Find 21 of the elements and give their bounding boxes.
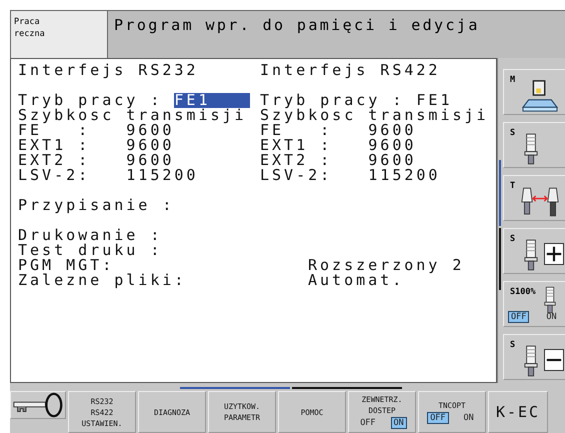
screen-title: Program wpr. do pamięci i edycja	[108, 11, 565, 58]
setting-label: Tryb pracy :	[18, 90, 162, 109]
side-softkey[interactable]: M	[503, 68, 565, 115]
setting-text: Przypisanie :	[18, 196, 174, 214]
side-softkey[interactable]: S	[503, 228, 565, 274]
toggle-option: OFF	[508, 310, 530, 323]
side-softkey[interactable]: T	[503, 174, 565, 221]
setting-text: Tryb pracy : FE1	[260, 90, 452, 109]
toggle-option: ON	[543, 310, 560, 323]
toggle-option: OFF	[357, 417, 379, 430]
side-softkey[interactable]: S	[503, 334, 565, 380]
side-softkey[interactable]: S100% OFF ON	[503, 280, 565, 327]
mode-field[interactable]: FE1	[174, 92, 250, 108]
setting-value: Interfejs RS422	[260, 60, 440, 79]
softkey[interactable]: K-EC	[488, 391, 548, 433]
toggle-option: ON	[390, 417, 407, 430]
setting-text: Interfejs RS232	[18, 60, 198, 79]
toggle-option: OFF	[427, 412, 449, 424]
mode-indicator: Praca reczna	[11, 11, 108, 58]
side-softkey[interactable]: S	[503, 122, 565, 168]
toggle-option: ON	[460, 412, 477, 424]
